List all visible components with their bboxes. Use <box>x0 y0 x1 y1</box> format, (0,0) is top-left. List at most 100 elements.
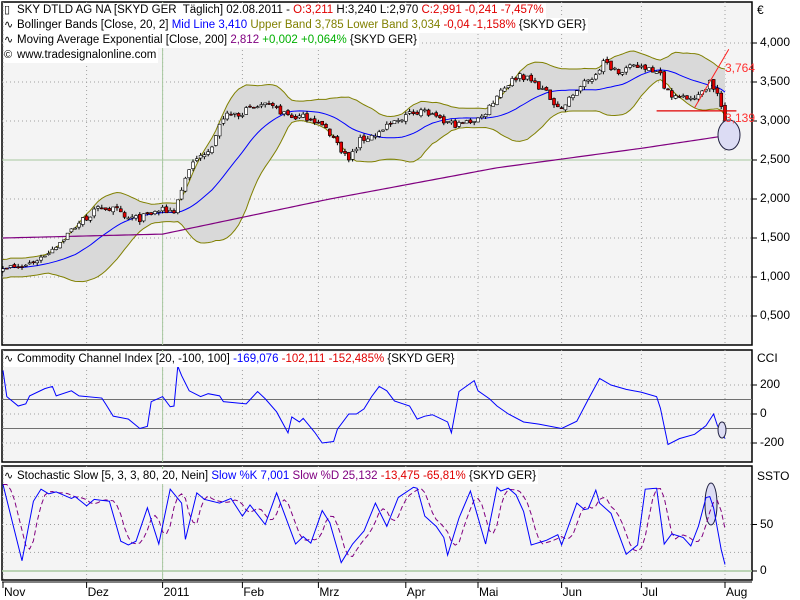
candle-body <box>590 79 594 82</box>
candle-body <box>578 86 583 92</box>
cci-tick-label: -200 <box>760 435 785 449</box>
cci-legend[interactable]: ∿ Commodity Channel Index [20, -100, 100]… <box>4 352 457 367</box>
candle-body <box>472 121 477 123</box>
candle <box>5 267 9 270</box>
candle-body <box>354 148 359 152</box>
candle-body <box>533 80 537 83</box>
candle <box>647 67 651 71</box>
candle-body <box>639 65 644 68</box>
candle-body <box>563 104 568 111</box>
candle-body <box>574 90 579 96</box>
candle-body <box>597 69 602 75</box>
candle-body <box>487 104 492 115</box>
resistance-label: 3,764 <box>725 61 756 75</box>
candle-body <box>506 85 511 89</box>
candle-body <box>654 71 659 74</box>
candle <box>719 90 724 110</box>
candle-body <box>605 58 610 63</box>
candle-body <box>430 113 435 115</box>
price-tick-label: 2,000 <box>760 191 791 205</box>
candle-body <box>346 152 351 161</box>
stoch-d-value: Slow %D 25,132 <box>289 470 378 482</box>
candle <box>548 89 553 100</box>
candle-body <box>631 64 636 67</box>
symbol-title: SKY DTLD AG NA [SKYD GER Täglich] 02.08.… <box>17 4 290 16</box>
candle-body <box>396 120 401 122</box>
chart-canvas[interactable] <box>0 0 800 600</box>
candle-body <box>525 75 530 80</box>
candle-body <box>582 80 587 87</box>
candle-body <box>517 73 522 79</box>
candle-body <box>426 109 431 116</box>
candle-body <box>362 135 366 141</box>
bollinger-bands-values: Upper Band 3,785 Lower Band 3,034 <box>247 19 441 31</box>
candle-body <box>502 87 507 92</box>
ema-legend[interactable]: ∿ Moving Average Exponential [Close, 200]… <box>4 33 420 48</box>
candle-body <box>270 103 275 106</box>
candle-body <box>259 104 264 107</box>
month-label: Feb <box>243 585 265 599</box>
candle-body <box>407 111 412 114</box>
candle-body <box>164 206 169 214</box>
candle-body <box>369 135 374 141</box>
price-tick-label: 1,500 <box>760 230 791 244</box>
candle-body <box>403 114 408 122</box>
candle-body <box>422 109 427 112</box>
stoch-tick-label: 0 <box>760 563 767 577</box>
candle-body <box>35 260 40 264</box>
candle-body <box>593 74 598 80</box>
candle-body <box>305 113 309 121</box>
month-label: Jun <box>562 585 582 599</box>
candle-body <box>126 217 131 220</box>
candle-body <box>464 120 469 124</box>
candle-body <box>662 71 667 89</box>
indicator-wave-icon: ∿ <box>4 353 14 365</box>
candle <box>685 95 689 100</box>
candle-body <box>548 89 553 100</box>
candle-body <box>335 136 340 144</box>
price-tick-label: 2,500 <box>760 152 791 166</box>
copyright: © www.tradesignalonline.com <box>4 48 159 63</box>
candle-body <box>149 212 153 215</box>
candle <box>487 104 492 116</box>
candle-body <box>255 106 260 109</box>
candle-body <box>552 98 556 106</box>
stoch-legend[interactable]: ∿ Stochastic Slow [5, 3, 3, 80, 20, Nein]… <box>4 469 539 484</box>
candle-body <box>92 208 96 217</box>
candle-body <box>198 155 203 159</box>
candle-body <box>130 216 134 219</box>
bollinger-symbol: {SKYD GER} <box>515 19 586 31</box>
candle-body <box>601 60 606 73</box>
stoch-tick-label: 50 <box>760 516 774 531</box>
ema-change: +0,002 +0,064% <box>259 34 347 46</box>
candle-body <box>510 78 515 86</box>
candle <box>141 213 146 223</box>
candle-body <box>176 199 180 214</box>
candle-body <box>179 189 184 200</box>
cci-name: Commodity Channel Index [20, -100, 100] <box>17 353 230 365</box>
candle-body <box>157 210 161 213</box>
candle <box>176 199 180 215</box>
candle-body <box>84 215 89 221</box>
candle-body <box>31 261 36 264</box>
candle-body <box>658 70 663 74</box>
candle-body <box>141 213 146 222</box>
candle <box>339 141 344 155</box>
candle-body <box>145 212 150 215</box>
candle-body <box>612 67 617 70</box>
candle-body <box>400 119 404 122</box>
bollinger-legend[interactable]: ∿ Bollinger Bands [Close, 20, 2] Mid Line… <box>4 18 588 33</box>
candle-body <box>73 227 77 230</box>
month-label: Aug <box>726 585 748 599</box>
price-tick-label: 3,000 <box>760 113 791 127</box>
ema-value: 2,812 <box>227 34 260 46</box>
candle-body <box>263 102 268 105</box>
candle-body <box>210 146 214 153</box>
candle <box>536 81 541 90</box>
price-unit-label: € <box>757 3 764 17</box>
candle <box>392 120 397 125</box>
candle-body <box>160 206 165 212</box>
candle-body <box>278 105 283 115</box>
candle-body <box>301 113 306 118</box>
candle-body <box>138 214 142 223</box>
